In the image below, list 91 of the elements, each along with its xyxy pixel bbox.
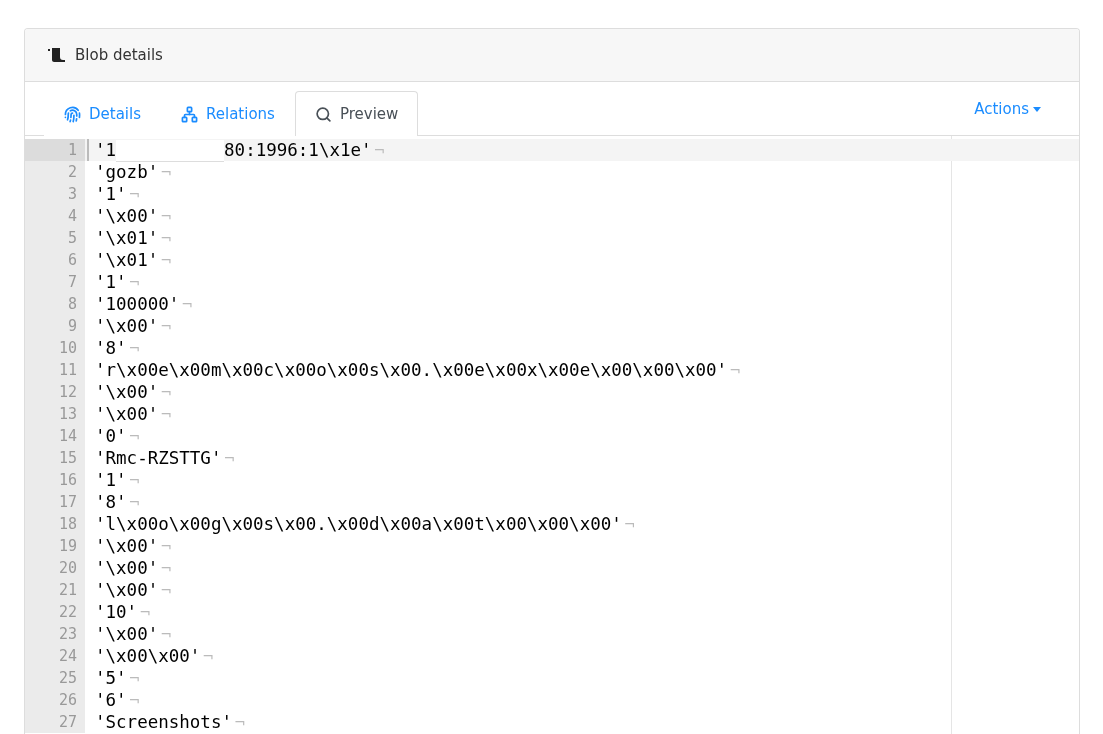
line-end-mark: ¬ — [160, 405, 172, 424]
line-end-mark: ¬ — [139, 603, 151, 622]
line-number: 1 — [25, 139, 85, 161]
code-line: '\x00' — [95, 403, 159, 425]
line-end-mark: ¬ — [202, 647, 215, 666]
fingerprint-icon — [64, 105, 81, 123]
code-line: '1 — [95, 139, 117, 161]
line-end-mark: ¬ — [160, 163, 172, 182]
line-number: 25 — [25, 667, 85, 689]
code-line: '\x00' — [95, 579, 159, 601]
code-editor[interactable] — [25, 136, 1079, 734]
code-line: '1' — [95, 183, 127, 205]
line-end-mark: ¬ — [160, 383, 172, 402]
line-end-mark: ¬ — [128, 339, 141, 358]
code-line: '0' — [95, 425, 127, 447]
line-end-mark: ¬ — [128, 427, 141, 446]
line-number: 7 — [25, 271, 85, 293]
code-line: '\x00' — [95, 315, 159, 337]
code-line: 80:1996:1\x1e' — [224, 139, 372, 161]
code-line: '\x01' — [95, 249, 159, 271]
code-line: '100000' — [95, 293, 180, 315]
code-line: '\x00' — [95, 205, 159, 227]
code-line: 'Rmc-RZSTTG' — [95, 447, 222, 469]
line-end-mark: ¬ — [181, 295, 194, 314]
code-line: '6' — [95, 689, 127, 711]
line-number: 13 — [25, 403, 85, 425]
line-number: 8 — [25, 293, 85, 315]
code-line: '\x00\x00' — [95, 645, 201, 667]
code-line: '10' — [95, 601, 138, 623]
code-line: '8' — [95, 491, 127, 513]
code-line: 'gozb' — [95, 161, 159, 183]
line-end-mark: ¬ — [128, 669, 141, 688]
line-number: 5 — [25, 227, 85, 249]
line-number: 17 — [25, 491, 85, 513]
line-end-mark: ¬ — [128, 273, 141, 292]
line-end-mark: ¬ — [160, 251, 172, 270]
line-number: 2 — [25, 161, 85, 183]
line-number: 24 — [25, 645, 85, 667]
line-end-mark: ¬ — [160, 537, 172, 556]
code-line: '8' — [95, 337, 127, 359]
line-number: 4 — [25, 205, 85, 227]
line-end-mark: ¬ — [128, 471, 141, 490]
line-number: 26 — [25, 689, 85, 711]
code-line: '\x00' — [95, 623, 159, 645]
code-line: '1' — [95, 271, 127, 293]
code-line: 'Screenshots' — [95, 711, 232, 733]
line-end-mark: ¬ — [128, 185, 141, 204]
line-number: 16 — [25, 469, 85, 491]
line-end-mark: ¬ — [160, 207, 172, 226]
code-line: '1' — [95, 469, 127, 491]
line-end-mark: ¬ — [223, 449, 236, 468]
line-number: 18 — [25, 513, 85, 535]
line-end-mark: ¬ — [160, 581, 172, 600]
line-number: 14 — [25, 425, 85, 447]
line-number: 3 — [25, 183, 85, 205]
code-line: '\x00' — [95, 381, 159, 403]
line-end-mark: ¬ — [729, 361, 741, 380]
line-end-mark: ¬ — [160, 229, 172, 248]
line-number: 6 — [25, 249, 85, 271]
code-line: '\x01' — [95, 227, 159, 249]
line-end-mark: ¬ — [160, 317, 172, 336]
line-number: 9 — [25, 315, 85, 337]
caret-icon — [1033, 106, 1041, 112]
line-number: 21 — [25, 579, 85, 601]
line-number: 23 — [25, 623, 85, 645]
line-end-mark: ¬ — [128, 493, 141, 512]
tab[interactable]: Preview — [294, 91, 419, 136]
line-end-mark: ¬ — [373, 141, 386, 160]
line-end-mark: ¬ — [128, 691, 141, 710]
network-icon — [181, 105, 198, 123]
line-number: 22 — [25, 601, 85, 623]
line-number: 27 — [25, 711, 85, 733]
line-end-mark: ¬ — [233, 713, 246, 732]
line-end-mark: ¬ — [160, 625, 172, 644]
card-title: Blob details — [75, 46, 163, 64]
line-number: 10 — [25, 337, 85, 359]
line-end-mark: ¬ — [623, 515, 636, 534]
line-number: 19 — [25, 535, 85, 557]
line-number: 20 — [25, 557, 85, 579]
scroll-icon — [48, 48, 65, 62]
line-number: 12 — [25, 381, 85, 403]
code-line: 'l\x00o\x00g\x00s\x00.\x00d\x00a\x00t\x00\x00\x00' — [95, 513, 622, 535]
search-icon — [314, 105, 332, 123]
line-number: 15 — [25, 447, 85, 469]
code-line: '5' — [95, 667, 127, 689]
code-line: '\x00' — [95, 535, 159, 557]
line-number: 11 — [25, 359, 85, 381]
actions-dropdown[interactable]: Actions — [974, 100, 1041, 118]
code-line: '\x00' — [95, 557, 159, 579]
code-line: 'r\x00e\x00m\x00c\x00o\x00s\x00.\x00e\x00x\x00e\x00\x00\x00' — [95, 359, 728, 381]
line-end-mark: ¬ — [160, 559, 172, 578]
